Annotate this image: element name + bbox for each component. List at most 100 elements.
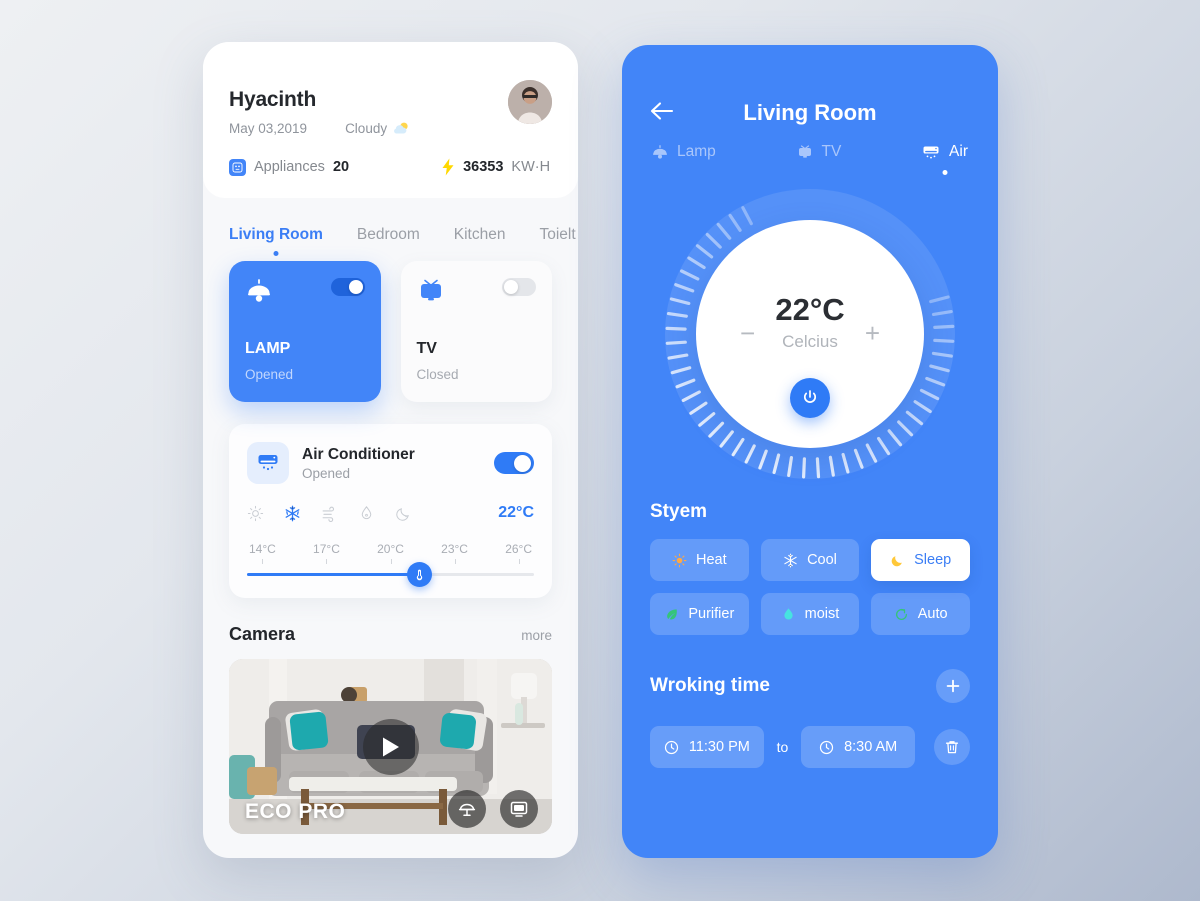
ac-toggle[interactable] — [494, 452, 534, 474]
home-stats-row: Appliances 20 36353 KW·H — [229, 158, 552, 176]
increase-temperature-button[interactable]: + — [865, 320, 880, 346]
room-tab-bedroom[interactable]: Bedroom — [357, 226, 420, 256]
mode-button-heat[interactable]: Heat — [650, 539, 749, 581]
mode-button-purifier[interactable]: Purifier — [650, 593, 749, 635]
bolt-icon — [442, 158, 454, 176]
device-card-lamp[interactable]: LAMP Opened — [229, 261, 381, 402]
appliances-stat: Appliances 20 — [229, 158, 350, 176]
tab-lamp[interactable]: Lamp — [652, 143, 716, 175]
trash-icon — [945, 740, 959, 753]
clock-icon — [664, 740, 678, 754]
dial-temperature: 22°C — [775, 292, 845, 327]
scale-tick: 23°C — [441, 542, 468, 564]
sun-icon — [672, 553, 687, 567]
ac-mode-row: 22°C — [247, 504, 534, 522]
tv-control-icon[interactable] — [500, 790, 538, 828]
mode-label: Purifier — [688, 606, 735, 622]
ac-current-temperature: 22°C — [498, 504, 534, 521]
room-tab-toilet[interactable]: Toielt — [539, 226, 575, 256]
add-working-time-button[interactable] — [936, 669, 970, 703]
mode-button-cool[interactable]: Cool — [760, 539, 860, 581]
camera-control-buttons — [448, 790, 538, 828]
moon-icon[interactable] — [395, 505, 412, 522]
power-icon — [803, 390, 817, 403]
temperature-dial[interactable]: 22°C Celcius − + — [665, 189, 955, 479]
detail-title: Living Room — [743, 100, 877, 125]
humidity-icon[interactable] — [358, 505, 375, 522]
ac-state: Opened — [302, 465, 351, 481]
tab-air[interactable]: Air — [922, 143, 968, 175]
home-phone-panel: Hyacinth May 03,2019 Cloudy Appliances 2… — [203, 42, 578, 858]
working-time-header: Wroking time — [622, 669, 998, 703]
dial-unit: Celcius — [782, 332, 838, 351]
weather-info: Cloudy — [345, 121, 409, 136]
mode-label: Cool — [807, 552, 837, 568]
room-detail-panel: Living Room Lamp TV Air 22°C Celcius − +… — [622, 45, 998, 858]
mode-label: Auto — [917, 606, 948, 622]
system-section-title: Styem — [650, 501, 708, 522]
snowflake-icon[interactable] — [284, 505, 301, 522]
temperature-slider-thumb[interactable] — [406, 562, 432, 587]
energy-unit: KW·H — [511, 159, 551, 175]
device-card-tv[interactable]: TV Closed — [400, 261, 552, 402]
time-separator: to — [776, 739, 789, 755]
tab-tv[interactable]: TV — [797, 143, 842, 175]
snowflake-icon — [784, 553, 797, 567]
delete-working-time-button[interactable] — [934, 729, 970, 765]
working-time-title: Wroking time — [650, 675, 770, 696]
start-time-chip[interactable]: 11:30 PM — [650, 726, 764, 768]
ac-title: Air Conditioner — [302, 445, 415, 463]
energy-value: 36353 — [463, 159, 504, 175]
camera-more-link[interactable]: more — [521, 628, 552, 643]
tv-icon — [420, 279, 441, 301]
sun-icon[interactable] — [247, 505, 264, 522]
temperature-slider[interactable] — [247, 562, 534, 587]
mode-button-moist[interactable]: moist — [760, 593, 860, 635]
air-conditioner-card: Air Conditioner Opened 22°C 14°C 17°C 20… — [229, 424, 552, 598]
thermometer-icon — [416, 569, 422, 581]
page-title: Hyacinth — [229, 88, 317, 111]
temperature-scale: 14°C 17°C 20°C 23°C 26°C — [247, 542, 534, 564]
device-state: Closed — [416, 367, 459, 382]
current-date: May 03,2019 — [229, 121, 308, 136]
mode-button-auto[interactable]: Auto — [871, 593, 970, 635]
scale-tick: 14°C — [249, 542, 276, 564]
mode-label: moist — [804, 606, 840, 622]
scale-tick: 17°C — [313, 542, 340, 564]
play-icon — [382, 737, 399, 756]
power-button[interactable] — [790, 378, 830, 418]
plus-icon — [946, 679, 960, 693]
system-mode-grid: Heat Cool Sleep Purifier moist Auto — [622, 523, 998, 635]
mode-label: Heat — [696, 552, 727, 568]
tab-label: TV — [821, 143, 842, 160]
start-time-label: 11:30 PM — [688, 739, 750, 755]
device-name: LAMP — [245, 340, 291, 357]
mode-button-sleep[interactable]: Sleep — [871, 539, 970, 581]
end-time-chip[interactable]: 8:30 AM — [801, 726, 915, 768]
slider-fill — [247, 573, 420, 576]
dial-face: 22°C Celcius − + — [696, 220, 924, 448]
room-tab-kitchen[interactable]: Kitchen — [454, 226, 506, 256]
room-tab-living-room[interactable]: Living Room — [229, 226, 323, 256]
camera-preview[interactable]: ECO PRO — [229, 659, 552, 834]
device-name: TV — [416, 340, 437, 357]
home-header-card: Hyacinth May 03,2019 Cloudy Appliances 2… — [203, 42, 578, 198]
scale-tick: 26°C — [505, 542, 532, 564]
device-grid: LAMP Opened TV Closed — [203, 256, 578, 402]
leaf-icon — [667, 608, 678, 619]
scale-tick: 20°C — [377, 542, 404, 564]
droplet-icon — [784, 607, 793, 620]
appliances-count: 20 — [332, 159, 350, 175]
lamp-icon — [248, 279, 270, 302]
weather-label: Cloudy — [345, 121, 388, 136]
play-button[interactable] — [362, 718, 419, 775]
lamp-control-icon[interactable] — [448, 790, 486, 828]
avatar[interactable] — [508, 80, 552, 124]
air-conditioner-icon — [923, 146, 939, 158]
decrease-temperature-button[interactable]: − — [740, 320, 755, 346]
mode-label: Sleep — [914, 552, 952, 568]
lamp-toggle[interactable] — [330, 278, 365, 296]
working-time-row: 11:30 PM to 8:30 AM — [622, 726, 998, 768]
wind-icon[interactable] — [321, 505, 338, 522]
tv-toggle[interactable] — [502, 278, 536, 296]
